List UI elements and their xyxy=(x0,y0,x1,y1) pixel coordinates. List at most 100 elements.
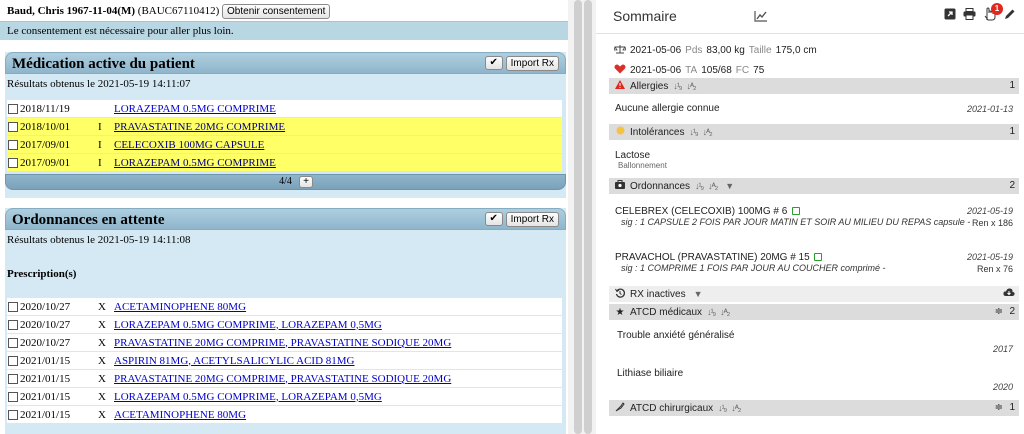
drug-link[interactable]: CELECOXIB 100MG CAPSULE xyxy=(114,139,264,151)
pane-splitter[interactable] xyxy=(568,0,596,434)
rx-inactives-section-header[interactable]: RX inactives ▼ xyxy=(609,286,1019,302)
row-flag: X xyxy=(98,336,106,349)
filter-icon[interactable]: ▼ xyxy=(694,289,703,299)
atcd-medicaux-label: ATCD médicaux xyxy=(630,306,703,318)
ordonnances-section-header[interactable]: Ordonnances ↓¹₉ ↓ᴬ₂ ▼ 2 xyxy=(609,178,1019,194)
sort-alpha-icon[interactable]: ↓ᴬ₂ xyxy=(731,403,741,413)
cloud-download-icon[interactable] xyxy=(1003,288,1015,300)
ordonnance-renewals: Ren x 76 xyxy=(976,264,1013,274)
atcd-chirurgicaux-section-header[interactable]: ATCD chirurgicaux ↓¹₉ ↓ᴬ₂ ≑ 1 xyxy=(609,400,1019,416)
atcd-name: Lithiase biliaire xyxy=(617,368,684,379)
sort-numeric-icon[interactable]: ↓¹₉ xyxy=(707,307,716,317)
notification-hand-icon[interactable]: 1 xyxy=(983,3,1003,24)
drug-link[interactable]: LORAZEPAM 0.5MG COMPRIME, LORAZEPAM 0,5M… xyxy=(114,391,382,403)
row-date: 2020/10/27 xyxy=(20,318,71,331)
row-checkbox[interactable] xyxy=(8,319,18,330)
import-rx-button[interactable]: Import Rx xyxy=(505,56,559,71)
sort-numeric-icon[interactable]: ↓¹₉ xyxy=(718,403,727,413)
left-pane: Baud, Chris 1967-11-04(M) (BAUC67110412)… xyxy=(0,0,568,434)
row-checkbox[interactable] xyxy=(8,409,18,420)
table-row[interactable]: 2017/09/01 I LORAZEPAM 0.5MG COMPRIME xyxy=(7,154,562,172)
sliders-icon[interactable]: ≑ xyxy=(995,306,1003,317)
table-row[interactable]: 2021/01/15 X ASPIRIN 81MG, ACETYLSALICYLIC… xyxy=(7,352,562,370)
drug-link[interactable]: ACETAMINOPHENE 80MG xyxy=(114,409,246,421)
table-row[interactable]: 2017/09/01 I CELECOXIB 100MG CAPSULE xyxy=(7,136,562,154)
allergies-label: Allergies xyxy=(630,80,669,92)
sort-numeric-icon[interactable]: ↓¹₉ xyxy=(695,181,704,191)
row-checkbox[interactable] xyxy=(8,355,18,366)
edit-pencil-icon[interactable] xyxy=(1004,8,1016,23)
splitter-handle[interactable] xyxy=(574,0,582,434)
consent-message: Le consentement est nécessaire pour alle… xyxy=(0,21,568,40)
row-checkbox[interactable] xyxy=(8,391,18,402)
drug-link[interactable]: PRAVASTATINE 20MG COMPRIME, PRAVASTATINE… xyxy=(114,373,451,385)
height-label: Taille xyxy=(748,44,772,56)
allergies-section-header[interactable]: Allergies ↓¹₉ ↓ᴬ₂ 1 xyxy=(609,78,1019,94)
drug-link[interactable]: LORAZEPAM 0.5MG COMPRIME xyxy=(114,157,276,169)
drug-link[interactable]: PRAVASTATINE 20MG COMPRIME xyxy=(114,121,285,133)
row-checkbox[interactable] xyxy=(8,157,18,168)
row-date: 2021/01/15 xyxy=(20,390,71,403)
row-checkbox[interactable] xyxy=(8,337,18,348)
intolerances-section-header[interactable]: Intolérances ↓¹₉ ↓ᴬ₂ 1 xyxy=(609,124,1019,140)
sort-numeric-icon[interactable]: ↓¹₉ xyxy=(689,127,698,137)
table-row[interactable]: 2020/10/27 X LORAZEPAM 0.5MG COMPRIME, LOR… xyxy=(7,316,562,334)
row-checkbox[interactable] xyxy=(8,139,18,150)
weight-label: Pds xyxy=(685,44,703,56)
row-flag: X xyxy=(98,372,106,385)
note-icon[interactable] xyxy=(814,253,823,262)
row-date: 2021/01/15 xyxy=(20,354,71,367)
table-row[interactable]: 2021/01/15 X PRAVASTATINE 20MG COMPRIME, P… xyxy=(7,370,562,388)
atcd-medicaux-count: 2 xyxy=(1009,306,1015,317)
obtain-consent-button[interactable]: Obtenir consentement xyxy=(222,4,331,19)
row-date: 2017/09/01 xyxy=(20,138,71,151)
notification-badge: 1 xyxy=(991,3,1003,15)
trend-chart-icon[interactable] xyxy=(754,10,768,25)
drug-link[interactable]: LORAZEPAM 0.5MG COMPRIME, LORAZEPAM 0,5M… xyxy=(114,319,382,331)
table-row[interactable]: 2020/10/27 X ACETAMINOPHENE 80MG xyxy=(7,298,562,316)
row-checkbox[interactable] xyxy=(8,373,18,384)
drug-link[interactable]: PRAVASTATINE 20MG COMPRIME, PRAVASTATINE… xyxy=(114,337,451,349)
intolerance-text: Lactose xyxy=(615,150,651,161)
row-flag: X xyxy=(98,354,106,367)
check-button[interactable]: ✔ xyxy=(484,212,503,226)
ordonnance-item[interactable]: PRAVACHOL (PRAVASTATINE) 20MG # 15 2021-… xyxy=(609,242,1019,286)
drug-link[interactable]: ACETAMINOPHENE 80MG xyxy=(114,301,246,313)
panel-title: Médication active du patient xyxy=(12,56,195,72)
sort-alpha-icon[interactable]: ↓ᴬ₂ xyxy=(708,181,718,191)
weight-value: 83,00 kg xyxy=(706,44,745,56)
sort-alpha-icon[interactable]: ↓ᴬ₂ xyxy=(686,81,696,91)
row-checkbox[interactable] xyxy=(8,103,18,114)
row-checkbox[interactable] xyxy=(8,121,18,132)
row-flag: I xyxy=(98,138,102,151)
pending-prescriptions-header: Ordonnances en attente ✔ Import Rx xyxy=(5,208,566,230)
filter-icon[interactable]: ▼ xyxy=(725,181,734,191)
row-flag: I xyxy=(98,120,102,133)
table-row[interactable]: 2021/01/15 X ACETAMINOPHENE 80MG xyxy=(7,406,562,424)
import-rx-button[interactable]: Import Rx xyxy=(505,212,559,227)
drug-link[interactable]: ASPIRIN 81MG, ACETYLSALICYLIC ACID 81MG xyxy=(114,355,355,367)
row-checkbox[interactable] xyxy=(8,301,18,312)
atcd-chirurgicaux-count: 1 xyxy=(1009,402,1015,413)
check-button[interactable]: ✔ xyxy=(484,56,503,70)
sort-alpha-icon[interactable]: ↓ᴬ₂ xyxy=(720,307,730,317)
sliders-icon[interactable]: ≑ xyxy=(995,402,1003,413)
note-icon[interactable] xyxy=(792,207,801,216)
scale-icon xyxy=(613,44,627,57)
add-button[interactable]: + xyxy=(299,176,313,188)
weight-date: 2021-05-06 xyxy=(630,44,682,56)
scrollbar-track[interactable] xyxy=(584,0,592,434)
warning-icon xyxy=(615,80,625,92)
print-icon[interactable] xyxy=(963,8,976,23)
table-row[interactable]: 2018/10/01 I PRAVASTATINE 20MG COMPRIME xyxy=(7,118,562,136)
table-row[interactable]: 2021/01/15 X LORAZEPAM 0.5MG COMPRIME, LOR… xyxy=(7,388,562,406)
external-link-icon[interactable] xyxy=(944,8,956,23)
ordonnance-item[interactable]: CELEBREX (CELECOXIB) 100MG # 6 2021-05-1… xyxy=(609,194,1019,242)
atcd-medicaux-section-header[interactable]: ★ ATCD médicaux ↓¹₉ ↓ᴬ₂ ≑ 2 xyxy=(609,304,1019,320)
sort-numeric-icon[interactable]: ↓¹₉ xyxy=(673,81,682,91)
history-icon xyxy=(615,288,625,301)
table-row[interactable]: 2020/10/27 X PRAVASTATINE 20MG COMPRIME, P… xyxy=(7,334,562,352)
drug-link[interactable]: LORAZEPAM 0.5MG COMPRIME xyxy=(114,103,276,115)
sort-alpha-icon[interactable]: ↓ᴬ₂ xyxy=(703,127,713,137)
table-row[interactable]: 2018/11/19 LORAZEPAM 0.5MG COMPRIME xyxy=(7,100,562,118)
